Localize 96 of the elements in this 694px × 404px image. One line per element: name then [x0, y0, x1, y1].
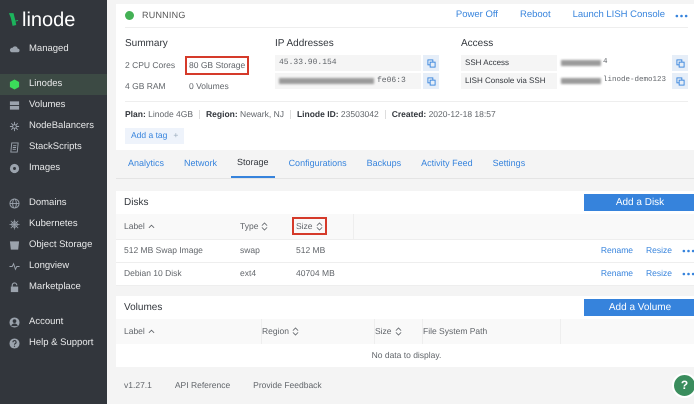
server-icon [9, 100, 20, 111]
scroll-icon [9, 142, 20, 153]
action-link[interactable]: Power Off [456, 8, 498, 23]
sidebar-item[interactable]: Images [0, 158, 107, 179]
sidebar-item[interactable]: Help & Support [0, 333, 107, 354]
help-button[interactable]: ? [672, 372, 694, 398]
sidebar-item[interactable]: Longview [0, 256, 107, 277]
ip-field: 45.33.90.154 [275, 55, 421, 71]
spec-text: 2 CPU Cores [124, 59, 176, 72]
row-action-link[interactable]: Resize [646, 244, 672, 257]
access-label: SSH Access [461, 55, 557, 71]
tab[interactable]: Configurations [282, 150, 353, 178]
redacted-text [561, 78, 601, 84]
sidebar-item[interactable]: Domains [0, 193, 107, 214]
hexagon-icon [9, 79, 20, 90]
footer-link[interactable]: Provide Feedback [253, 378, 322, 392]
logo-text: linode [22, 10, 76, 30]
add-tag-button[interactable]: Add a tag + [125, 128, 184, 144]
sidebar-item[interactable]: Marketplace [0, 277, 107, 298]
table-cell-text: 512 MB Swap Image [124, 244, 204, 257]
row-action-link[interactable]: Rename [600, 244, 634, 257]
section-title: Summary [125, 37, 169, 51]
access-label: LISH Console via SSH [461, 73, 557, 89]
footer-link[interactable]: API Reference [174, 378, 230, 392]
version-text: v1.27.1 [124, 378, 152, 392]
sort-asc-icon [148, 224, 155, 228]
row-action-link[interactable]: Resize [646, 267, 672, 280]
panel-title: Disks [124, 196, 148, 210]
spec-text: 0 Volumes [188, 80, 230, 93]
column-header[interactable]: Region [262, 324, 299, 338]
ip-field: fe06:3 [275, 73, 421, 89]
sidebar-item[interactable]: Object Storage [0, 235, 107, 256]
more-button[interactable] [682, 248, 694, 252]
network-icon [9, 121, 20, 132]
status-label: RUNNING [142, 8, 186, 22]
section-title: Access [461, 37, 494, 51]
table-cell-text: 40704 MB [296, 267, 336, 280]
sort-icon [316, 222, 323, 230]
column-header[interactable]: Label [120, 216, 159, 236]
sidebar-item[interactable]: Volumes [0, 95, 107, 116]
cloud-icon [9, 44, 20, 55]
tab[interactable]: Network [178, 150, 224, 178]
column-header[interactable]: Label [124, 324, 155, 338]
tab[interactable]: Storage [231, 150, 275, 178]
sort-asc-icon [148, 328, 155, 334]
table-cell-text: ext4 [240, 267, 258, 280]
add-volume-button[interactable]: Add a Volume [584, 298, 694, 316]
detail-text: Created: 2020-12-18 18:57 [392, 108, 496, 121]
table-cell-text: Debian 10 Disk [124, 267, 183, 280]
column-header: File System Path [423, 324, 488, 338]
more-button[interactable] [682, 272, 694, 276]
redacted-text [561, 60, 601, 66]
copy-button[interactable] [672, 73, 688, 89]
sort-icon [292, 326, 299, 336]
more-button[interactable] [675, 14, 688, 18]
sort-icon [394, 326, 402, 336]
action-link[interactable]: Launch LISH Console [572, 8, 666, 23]
logo-icon [8, 12, 19, 27]
sidebar-item[interactable]: Managed [0, 39, 107, 60]
section-title: IP Addresses [275, 37, 335, 51]
tab[interactable]: Activity Feed [415, 150, 479, 178]
disc-icon [9, 163, 20, 174]
row-action-link[interactable]: Rename [600, 267, 634, 280]
sidebar-item[interactable]: Kubernetes [0, 214, 107, 235]
globe-icon [9, 198, 20, 209]
helm-icon [9, 219, 20, 230]
detail-text: Linode ID: 23503042 [296, 108, 379, 121]
sidebar-item[interactable]: StackScripts [0, 137, 107, 158]
detail-text: Plan: Linode 4GB [125, 108, 194, 121]
sidebar-item[interactable]: Account [0, 312, 107, 333]
empty-message: No data to display. [372, 348, 442, 362]
tab[interactable]: Analytics [122, 150, 170, 178]
sidebar-item[interactable]: Linodes [0, 74, 107, 95]
user-icon [9, 317, 20, 328]
spec-text: 80 GB Storage [185, 56, 250, 75]
column-header[interactable]: Size [375, 324, 402, 338]
help-icon [9, 338, 20, 349]
copy-button[interactable] [423, 73, 439, 89]
detail-text: Region: Newark, NJ [206, 108, 284, 121]
bucket-icon [9, 240, 20, 251]
column-header[interactable]: Size [292, 216, 327, 236]
table-cell-text: 512 MB [296, 244, 326, 257]
tab[interactable]: Backups [360, 150, 408, 178]
column-header[interactable]: Type [236, 216, 272, 236]
copy-button[interactable] [423, 55, 439, 71]
panel-title: Volumes [124, 300, 162, 314]
lock-icon [9, 282, 20, 293]
table-cell-text: swap [240, 244, 261, 257]
copy-button[interactable] [672, 55, 688, 71]
pulse-icon [9, 261, 20, 272]
sidebar-item[interactable]: NodeBalancers [0, 116, 107, 137]
tab[interactable]: Settings [486, 150, 532, 178]
add-disk-button[interactable]: Add a Disk [584, 194, 694, 210]
spec-text: 4 GB RAM [124, 80, 167, 93]
action-link[interactable]: Reboot [520, 8, 551, 23]
sort-icon [261, 222, 268, 230]
